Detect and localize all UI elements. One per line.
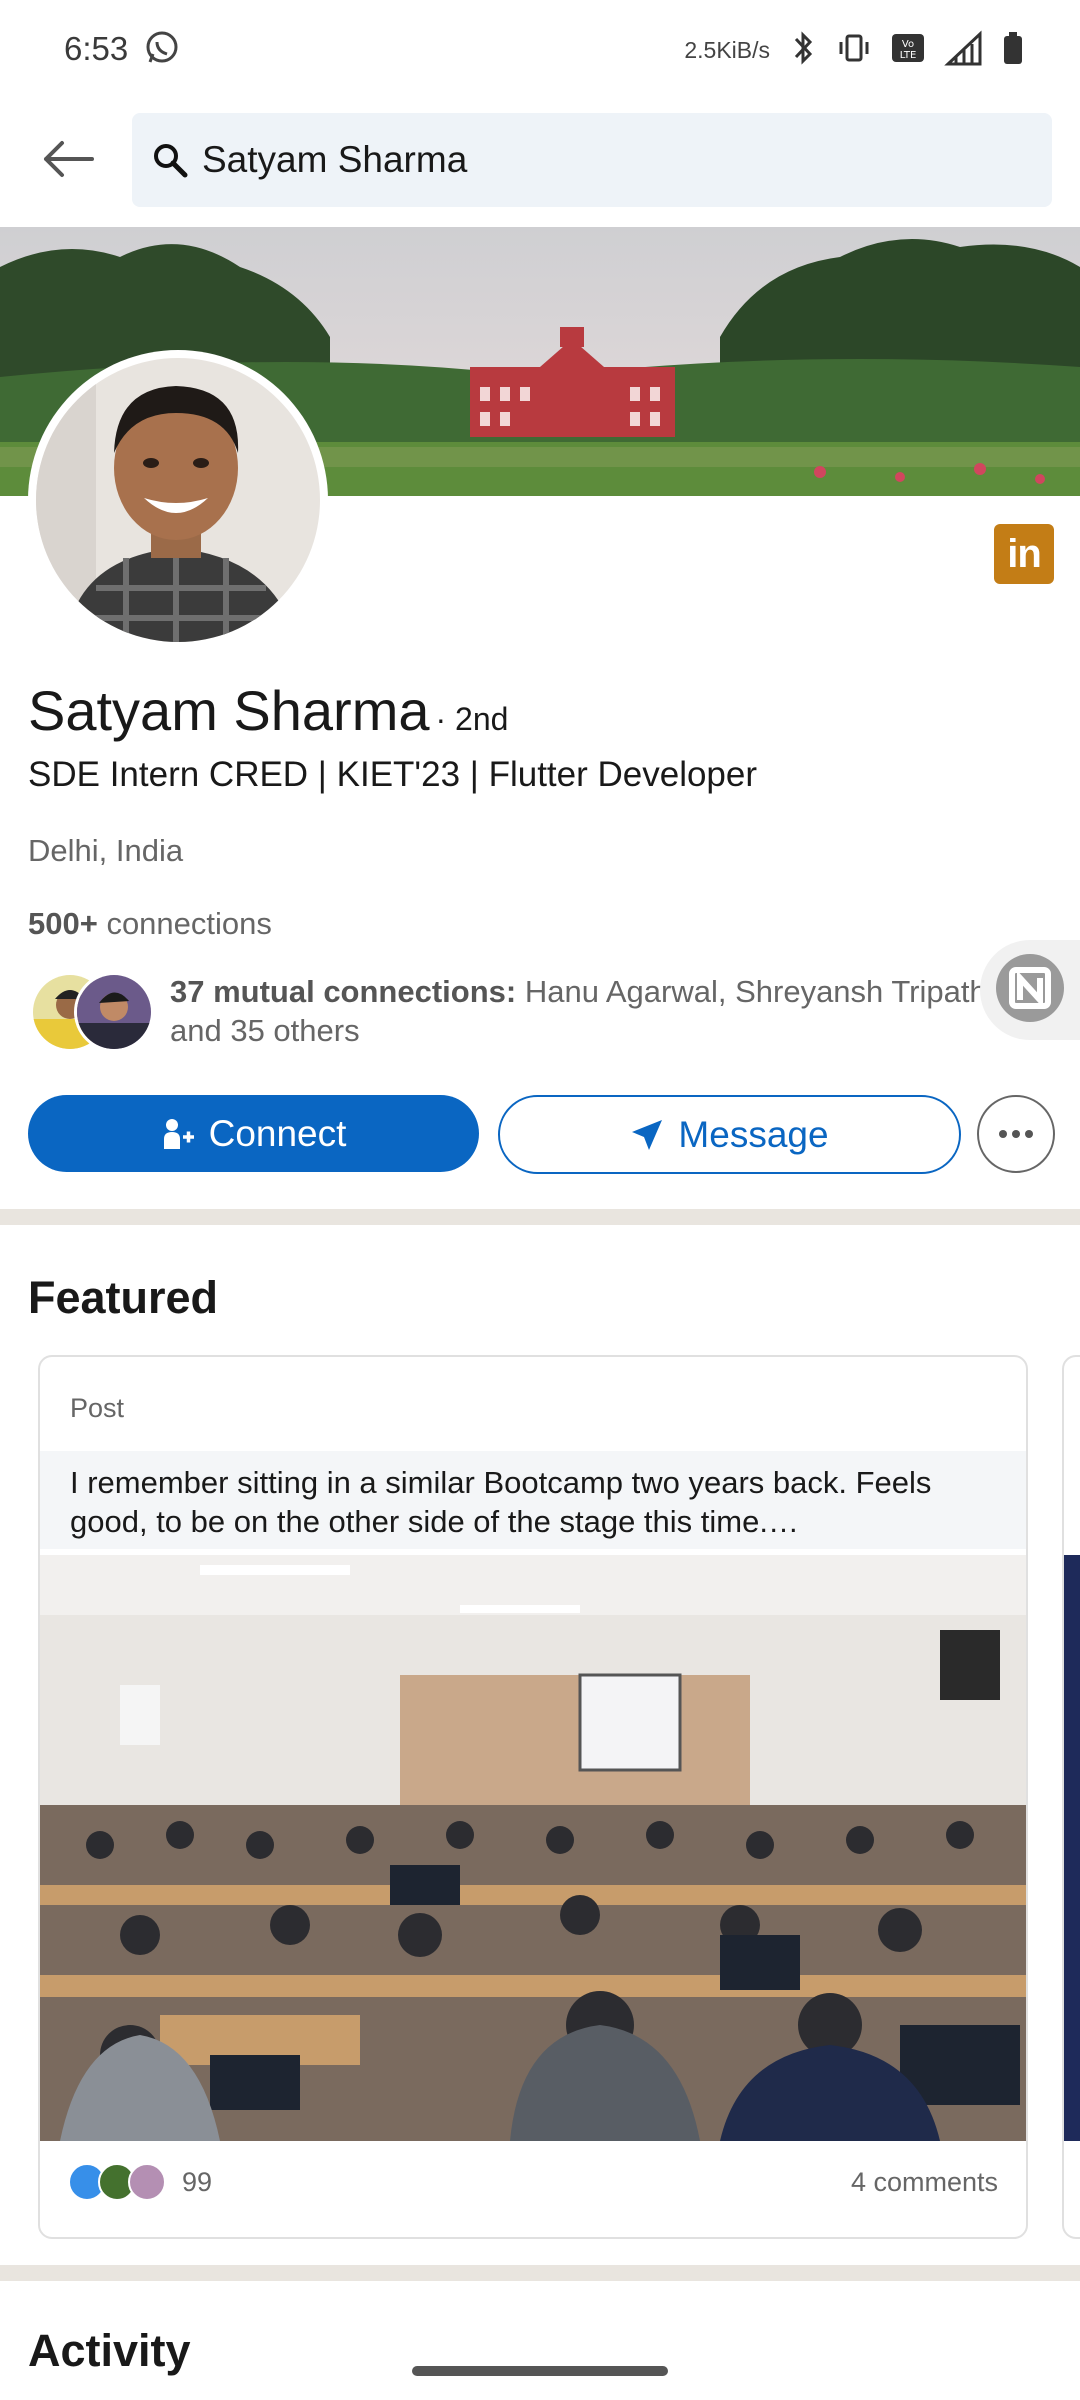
status-bar: 6:53 2.5KiB/s Vo LTE: [0, 0, 1080, 100]
featured-post-card[interactable]: Post I remember sitting in a similar Boo…: [38, 1355, 1028, 2239]
profile-name-text: Satyam Sharma: [28, 679, 430, 742]
post-excerpt-text: I remember sitting in a similar Bootcamp…: [70, 1465, 932, 1539]
profile-headline: SDE Intern CRED | KIET'23 | Flutter Deve…: [28, 755, 758, 794]
signal-icon: [944, 28, 984, 73]
activity-heading: Activity: [28, 2325, 191, 2376]
status-time: 6:53: [64, 30, 129, 67]
mutual-connections-text[interactable]: 37 mutual connections: Hanu Agarwal, Shr…: [170, 972, 1020, 1050]
connection-degree: · 2nd: [435, 701, 509, 737]
profile-avatar[interactable]: [28, 350, 328, 650]
more-actions-button[interactable]: [977, 1095, 1055, 1173]
profile-name: Satyam Sharma · 2nd: [28, 678, 508, 743]
featured-heading: Featured: [28, 1272, 219, 1323]
post-image[interactable]: [40, 1555, 1026, 2141]
home-indicator[interactable]: [412, 2366, 668, 2376]
comments-count[interactable]: 4 comments: [851, 2167, 998, 2198]
volte-icon: Vo LTE: [890, 30, 926, 71]
search-input[interactable]: Satyam Sharma: [132, 113, 1052, 207]
vibrate-icon: [836, 30, 872, 71]
mutual-avatars[interactable]: [30, 970, 154, 1052]
battery-icon: [1002, 30, 1024, 71]
post-excerpt: I remember sitting in a similar Bootcamp…: [40, 1451, 1026, 1549]
add-person-icon: [161, 1117, 195, 1151]
next-card-image: [1064, 1555, 1080, 2141]
status-icons: 2.5KiB/s Vo LTE: [684, 28, 1024, 72]
reactions-count: 99: [182, 2166, 213, 2197]
back-button[interactable]: [32, 118, 102, 204]
whatsapp-icon: [144, 30, 180, 71]
section-divider: [0, 1209, 1080, 1225]
send-icon: [630, 1118, 664, 1152]
next-featured-card[interactable]: [1062, 1355, 1080, 2239]
connect-button[interactable]: Connect: [28, 1095, 479, 1172]
overlay-n-icon: [994, 952, 1066, 1029]
message-button[interactable]: Message: [498, 1095, 961, 1174]
connections-label: connections: [97, 906, 272, 941]
search-query: Satyam Sharma: [202, 139, 468, 180]
arrow-left-icon: [40, 139, 94, 184]
profile-location: Delhi, India: [28, 833, 184, 868]
floating-overlay-button[interactable]: [980, 940, 1080, 1040]
connections-number: 500+: [28, 906, 98, 941]
reactions-summary[interactable]: 99: [68, 2163, 212, 2201]
svg-text:Vo: Vo: [902, 39, 914, 50]
mutual-avatar-2: [74, 972, 154, 1052]
net-speed: 2.5KiB/s: [684, 36, 770, 63]
post-type-label: Post: [70, 1393, 125, 1423]
love-reaction-icon: [128, 2163, 166, 2201]
linkedin-badge[interactable]: in: [994, 524, 1054, 584]
connections-count[interactable]: 500+ connections: [28, 906, 272, 942]
section-divider-2: [0, 2265, 1080, 2281]
avatar-photo: [36, 358, 320, 642]
connect-label: Connect: [208, 1112, 347, 1154]
svg-text:LTE: LTE: [900, 50, 917, 61]
message-label: Message: [678, 1113, 829, 1155]
more-horizontal-icon: [998, 1129, 1034, 1139]
search-icon: [152, 142, 188, 178]
mutual-count: 37 mutual connections:: [170, 974, 517, 1009]
bluetooth-icon: [788, 30, 818, 71]
